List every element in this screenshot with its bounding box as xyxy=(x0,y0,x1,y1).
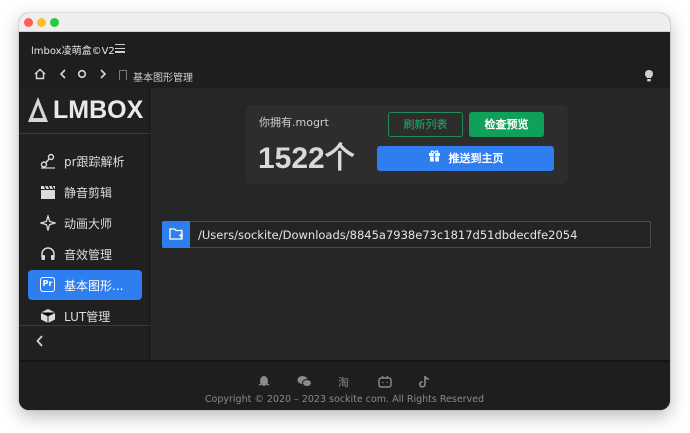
main-content: 你拥有.mogrt 1522个 刷新列表 检查预览 推送到主页 /Users/s… xyxy=(151,88,670,360)
home-icon[interactable] xyxy=(34,68,46,83)
tracking-icon xyxy=(40,153,56,169)
close-window-button[interactable] xyxy=(24,18,33,27)
sidebar-item-animation-master[interactable]: 动画大师 xyxy=(28,208,142,238)
sidebar-item-label: LUT管理 xyxy=(64,310,111,324)
minimize-window-button[interactable] xyxy=(37,18,46,27)
sidebar-item-label: 基本图形... xyxy=(64,279,124,293)
forward-icon[interactable] xyxy=(98,68,108,83)
divider xyxy=(19,133,150,134)
logo-icon xyxy=(28,97,48,122)
taobao-icon[interactable]: 淘 xyxy=(338,373,352,389)
copyright-text: Copyright © 2020 – 2023 sockite com. All… xyxy=(204,394,485,405)
logo: LMBOX xyxy=(27,96,147,126)
sidebar-item-silence-cut[interactable]: 静音剪辑 xyxy=(28,177,142,207)
sparkle-icon xyxy=(38,213,58,233)
refresh-list-button[interactable]: 刷新列表 xyxy=(388,112,463,137)
sidebar-item-label: pr跟踪解析 xyxy=(64,155,125,169)
sidebar-item-sound-effects[interactable]: 音效管理 xyxy=(28,239,142,269)
zoom-window-button[interactable] xyxy=(50,18,59,27)
wechat-icon[interactable] xyxy=(297,373,312,387)
sidebar-item-lut[interactable]: LUT管理 xyxy=(28,301,142,331)
window-titlebar xyxy=(19,13,670,32)
bilibili-icon[interactable] xyxy=(378,373,392,388)
check-preview-button[interactable]: 检查预览 xyxy=(469,112,544,137)
app-title: lmbox凌萌盒©V2 xyxy=(31,46,115,57)
gift-icon xyxy=(428,146,441,171)
sidebar-item-pr-tracking[interactable]: pr跟踪解析 xyxy=(28,146,142,176)
pr-icon: Pr xyxy=(40,277,55,292)
qq-icon[interactable] xyxy=(257,373,271,386)
divider xyxy=(19,325,150,326)
sidebar-item-label: 音效管理 xyxy=(64,248,113,262)
back-icon[interactable] xyxy=(58,68,68,83)
refresh-icon[interactable] xyxy=(77,68,87,83)
push-label: 推送到主页 xyxy=(448,152,504,165)
sidebar-item-label: 动画大师 xyxy=(64,217,113,231)
app-header: lmbox凌萌盒©V2 基本图形管理 xyxy=(19,32,670,88)
cube-icon xyxy=(40,308,56,324)
push-to-home-button[interactable]: 推送到主页 xyxy=(377,146,554,171)
headphones-icon xyxy=(40,246,56,262)
own-label: 你拥有.mogrt xyxy=(259,116,329,129)
sidebar-item-essential-graphics[interactable]: Pr 基本图形... xyxy=(28,270,142,300)
sidebar: LMBOX pr跟踪解析 静音剪辑 动画大师 音效管理 Pr 基本图形... L… xyxy=(19,88,150,360)
folder-path-text: /Users/sockite/Downloads/8845a7938e73c18… xyxy=(198,228,578,242)
breadcrumb: 基本图形管理 xyxy=(133,73,193,84)
sidebar-item-label: 静音剪辑 xyxy=(64,186,113,200)
clapperboard-icon xyxy=(40,184,56,200)
folder-add-icon[interactable] xyxy=(162,221,190,248)
footer: 淘 Copyright © 2020 – 2023 sockite com. A… xyxy=(19,360,670,410)
lightbulb-icon[interactable] xyxy=(644,68,654,82)
mogrt-count: 1522个 xyxy=(258,142,355,175)
app-window: lmbox凌萌盒©V2 基本图形管理 LMBOX pr跟踪解析 静音剪辑 动画大… xyxy=(19,13,670,410)
nav-bar: 基本图形管理 xyxy=(19,66,670,86)
tiktok-icon[interactable] xyxy=(418,373,432,388)
menu-icon[interactable] xyxy=(115,44,125,53)
svg-text:淘: 淘 xyxy=(338,376,349,388)
bookmark-icon[interactable] xyxy=(119,70,127,80)
logo-text: LMBOX xyxy=(53,96,144,124)
collapse-sidebar-icon[interactable] xyxy=(35,334,45,352)
mogrt-summary-card: 你拥有.mogrt 1522个 刷新列表 检查预览 推送到主页 xyxy=(246,105,568,184)
folder-path-bar[interactable]: /Users/sockite/Downloads/8845a7938e73c18… xyxy=(162,221,651,248)
